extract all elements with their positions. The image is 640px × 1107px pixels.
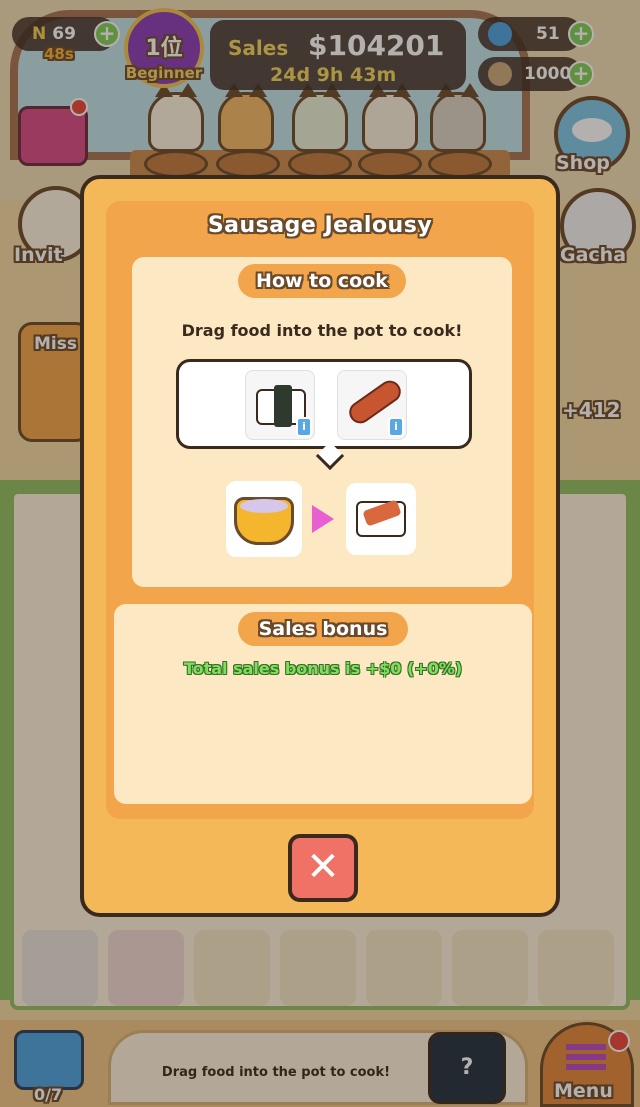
sales-bonus-card: Sales bonus Total sales bonus is +$0 (+0… — [114, 604, 532, 804]
ingredient-tofu[interactable]: i — [245, 370, 315, 440]
recipe-modal: Sausage Jealousy How to cook Drag food i… — [80, 175, 560, 917]
ingredient-sausage[interactable]: i — [337, 370, 407, 440]
sales-bonus-tab: Sales bonus — [238, 612, 408, 646]
arrow-icon — [312, 505, 334, 533]
modal-title: Sausage Jealousy — [207, 213, 433, 238]
how-to-cook-tab: How to cook — [238, 264, 406, 298]
info-icon[interactable]: i — [388, 417, 404, 437]
cooking-pot — [226, 481, 302, 557]
close-button[interactable]: ✕ — [288, 834, 358, 902]
cooked-result — [346, 483, 416, 555]
ingredients-bubble: i i — [176, 359, 472, 449]
info-icon[interactable]: i — [296, 417, 312, 437]
cook-instruction: Drag food into the pot to cook! — [181, 321, 463, 340]
sales-bonus-text: Total sales bonus is +$0 (+0%) — [183, 659, 463, 678]
seaweed-icon — [274, 385, 292, 427]
pot-liquid — [240, 499, 288, 513]
